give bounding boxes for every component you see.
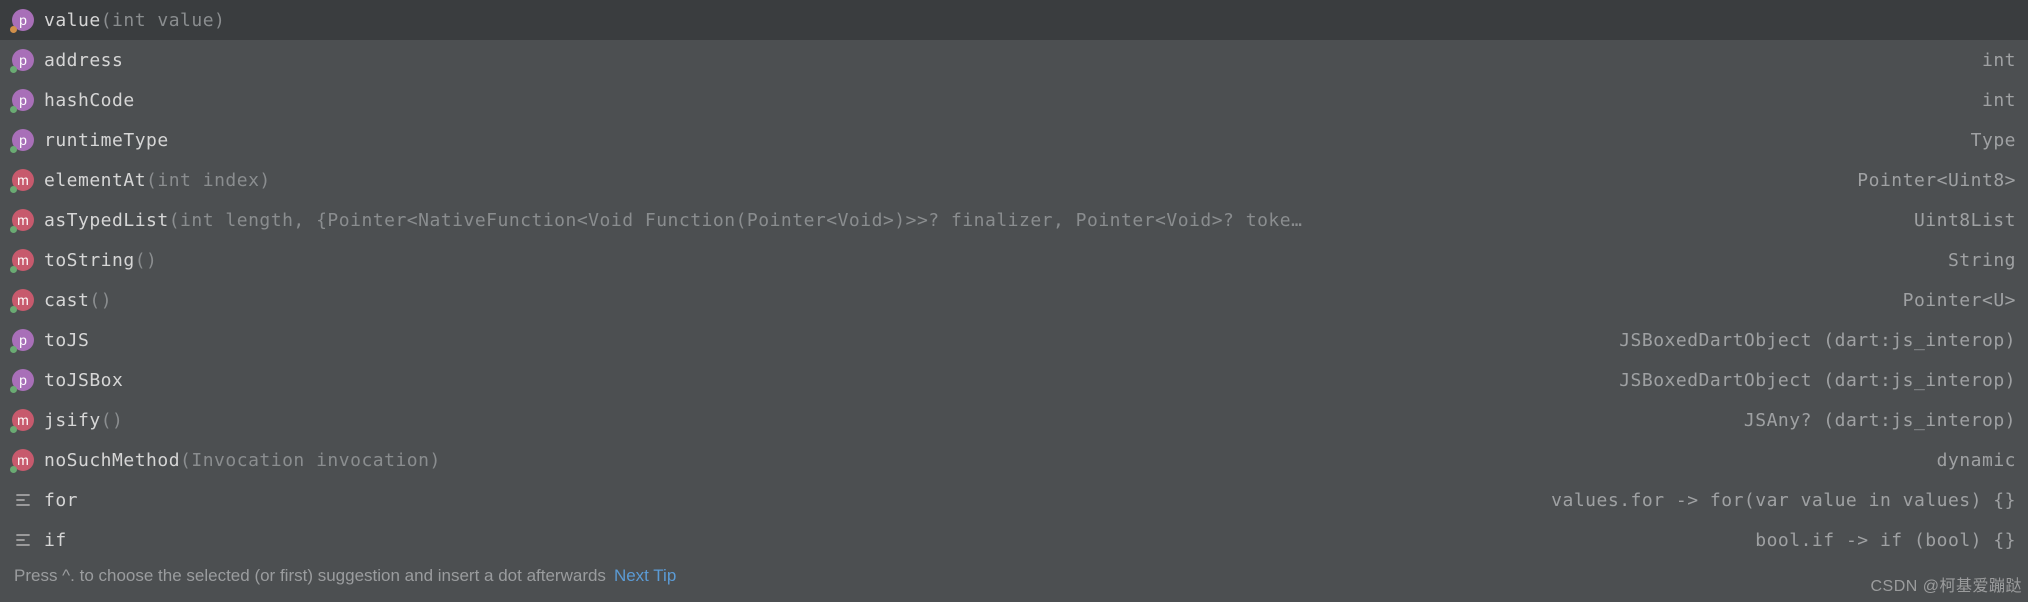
item-return-type: bool.if -> if (bool) {}: [1755, 530, 2016, 551]
item-name: toJSBox: [44, 370, 123, 391]
completion-item[interactable]: m elementAt (int index) Pointer<Uint8>: [0, 160, 2028, 200]
property-icon: p: [12, 49, 34, 71]
item-params: (int value): [101, 10, 226, 31]
item-return-type: Uint8List: [1914, 210, 2016, 231]
item-name: jsify: [44, 410, 101, 431]
completion-item[interactable]: p runtimeType Type: [0, 120, 2028, 160]
item-return-type: int: [1982, 90, 2016, 111]
completion-item[interactable]: m toString () String: [0, 240, 2028, 280]
method-icon: m: [12, 449, 34, 471]
template-icon: [12, 529, 34, 551]
item-left: address: [44, 50, 1952, 71]
property-icon: p: [12, 9, 34, 31]
template-icon: [12, 489, 34, 511]
item-left: cast (): [44, 290, 1873, 311]
item-name: value: [44, 10, 101, 31]
item-left: hashCode: [44, 90, 1952, 111]
completion-item[interactable]: p value (int value): [0, 0, 2028, 40]
method-icon: m: [12, 209, 34, 231]
item-return-type: JSBoxedDartObject (dart:js_interop): [1619, 370, 2016, 391]
completion-item[interactable]: for values.for -> for(var value in value…: [0, 480, 2028, 520]
completion-item[interactable]: p toJS JSBoxedDartObject (dart:js_intero…: [0, 320, 2028, 360]
completion-item[interactable]: p hashCode int: [0, 80, 2028, 120]
item-name: noSuchMethod: [44, 450, 180, 471]
completion-item[interactable]: m noSuchMethod (Invocation invocation) d…: [0, 440, 2028, 480]
item-return-type: Type: [1971, 130, 2016, 151]
item-name: asTypedList: [44, 210, 169, 231]
item-left: toString (): [44, 250, 1918, 271]
completion-item[interactable]: if bool.if -> if (bool) {}: [0, 520, 2028, 560]
item-params: (Invocation invocation): [180, 450, 441, 471]
item-name: for: [44, 490, 78, 511]
completion-item[interactable]: p address int: [0, 40, 2028, 80]
completion-popup: p value (int value) p address intp hashC…: [0, 0, 2028, 602]
item-left: for: [44, 490, 1521, 511]
item-return-type: JSAny? (dart:js_interop): [1744, 410, 2016, 431]
footer-hint: Press ^. to choose the selected (or firs…: [14, 566, 606, 586]
item-name: hashCode: [44, 90, 135, 111]
completion-item[interactable]: m asTypedList (int length, {Pointer<Nati…: [0, 200, 2028, 240]
property-icon: p: [12, 89, 34, 111]
item-left: runtimeType: [44, 130, 1941, 151]
item-return-type: String: [1948, 250, 2016, 271]
item-left: jsify (): [44, 410, 1714, 431]
item-name: if: [44, 530, 67, 551]
item-left: elementAt (int index): [44, 170, 1827, 191]
item-params: (): [89, 290, 112, 311]
item-name: runtimeType: [44, 130, 169, 151]
watermark: CSDN @柯基爱蹦跶: [1870, 572, 2022, 596]
item-return-type: JSBoxedDartObject (dart:js_interop): [1619, 330, 2016, 351]
item-return-type: Pointer<U>: [1903, 290, 2016, 311]
item-return-type: values.for -> for(var value in values) {…: [1551, 490, 2016, 511]
method-icon: m: [12, 409, 34, 431]
item-return-type: Pointer<Uint8>: [1857, 170, 2016, 191]
completion-item[interactable]: m jsify () JSAny? (dart:js_interop): [0, 400, 2028, 440]
item-left: toJS: [44, 330, 1589, 351]
item-left: asTypedList (int length, {Pointer<Native…: [44, 210, 1884, 231]
item-left: value (int value): [44, 10, 1986, 31]
item-name: toJS: [44, 330, 89, 351]
footer-bar: Press ^. to choose the selected (or firs…: [0, 560, 2028, 596]
property-icon: p: [12, 129, 34, 151]
item-left: toJSBox: [44, 370, 1589, 391]
item-name: toString: [44, 250, 135, 271]
method-icon: m: [12, 249, 34, 271]
item-params: (): [101, 410, 124, 431]
item-params: (int index): [146, 170, 271, 191]
completion-item[interactable]: m cast () Pointer<U>: [0, 280, 2028, 320]
item-name: address: [44, 50, 123, 71]
item-return-type: dynamic: [1937, 450, 2016, 471]
method-icon: m: [12, 289, 34, 311]
item-return-type: int: [1982, 50, 2016, 71]
method-icon: m: [12, 169, 34, 191]
item-name: cast: [44, 290, 89, 311]
completion-item[interactable]: p toJSBox JSBoxedDartObject (dart:js_int…: [0, 360, 2028, 400]
property-icon: p: [12, 329, 34, 351]
item-left: noSuchMethod (Invocation invocation): [44, 450, 1907, 471]
item-params: (): [135, 250, 158, 271]
item-name: elementAt: [44, 170, 146, 191]
item-left: if: [44, 530, 1725, 551]
next-tip-link[interactable]: Next Tip: [614, 566, 676, 586]
property-icon: p: [12, 369, 34, 391]
item-params: (int length, {Pointer<NativeFunction<Voi…: [169, 210, 1303, 231]
